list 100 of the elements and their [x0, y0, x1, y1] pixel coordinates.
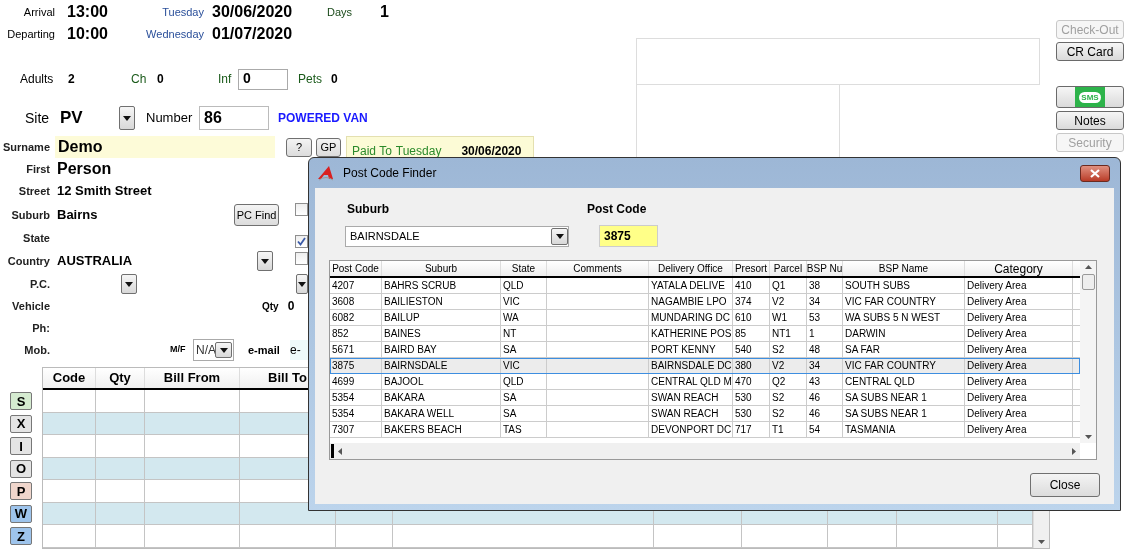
table-cell-text: QLD	[503, 279, 524, 293]
table-cell-text: BAINES	[384, 327, 421, 341]
paid-to-day: Tuesday	[395, 142, 442, 160]
table-row[interactable]: 4699 BAJOOL QLD CENTRAL QLD M 470 Q2 43 CENTRAL QLD Delivery Area	[330, 374, 1080, 390]
table-cell-text: 38	[809, 279, 821, 293]
scroll-right-icon[interactable]	[1072, 447, 1076, 455]
row-button[interactable]: P	[10, 482, 32, 501]
table-cell-text: QLD	[503, 375, 524, 389]
table-cell-text: TAS	[503, 423, 522, 437]
row-button[interactable]: S	[10, 392, 32, 411]
column-header: Comments	[573, 262, 622, 276]
column-header: State	[511, 262, 536, 276]
table-cell-text: NT	[503, 327, 517, 341]
table-cell-text: W1	[772, 311, 787, 325]
number-field[interactable]: 86	[199, 106, 269, 130]
dropdown-button[interactable]	[119, 106, 135, 130]
mobile-label: Mob.	[23, 342, 50, 358]
table-cell-text: Q1	[772, 279, 786, 293]
email-field[interactable]: e-	[290, 340, 308, 360]
postcode-label: P.C.	[29, 276, 50, 292]
surname-field[interactable]: Demo	[55, 136, 275, 158]
table-cell-text: S2	[772, 343, 785, 357]
close-button[interactable]: Close	[1030, 473, 1100, 497]
table-cell-text: PORT KENNY	[651, 343, 716, 357]
pets-label: Pets	[298, 71, 323, 88]
row-button[interactable]: W	[10, 504, 32, 523]
table-row[interactable]: 5354 BAKARA WELL SA SWAN REACH 530 S2 46 SA SUBS NEAR 1 Delivery Area	[330, 406, 1080, 422]
table-cell-text: Delivery Area	[967, 327, 1027, 341]
dropdown-button[interactable]	[296, 274, 308, 294]
gp-button[interactable]: GP	[316, 137, 341, 157]
street-value: 12 Smith Street	[57, 182, 152, 201]
column-header: Bill To	[268, 369, 307, 388]
row-button[interactable]: O	[10, 459, 32, 478]
day-label: Tuesday	[162, 4, 204, 20]
dialog-title: Post Code Finder	[343, 165, 437, 182]
table-cell-text: 3875	[332, 359, 355, 373]
table-cell-text: 85	[735, 327, 747, 341]
table-row[interactable]: 3608 BAILIESTON VIC NAGAMBIE LPO 374 V2 34 VIC FAR COUNTRY Delivery Area	[330, 294, 1080, 310]
dropdown-button[interactable]	[215, 342, 232, 358]
scroll-up-icon[interactable]	[1084, 265, 1092, 269]
vertical-scrollbar[interactable]	[1080, 261, 1096, 443]
days-value: 1	[380, 2, 389, 22]
paid-to-date: 30/06/2020	[461, 143, 522, 160]
phone-label: Ph:	[31, 320, 50, 336]
table-cell-text: Q2	[772, 375, 786, 389]
time-value: 13:00	[67, 2, 109, 22]
dropdown-button[interactable]	[551, 228, 568, 245]
suburb-value: Bairns	[57, 206, 99, 225]
table-cell-text: SA FAR	[845, 343, 880, 357]
table-row[interactable]: 6082 BAILUP WA MUNDARING DC 610 W1 53 WA SUBS 5 N WEST Delivery Area	[330, 310, 1080, 326]
checkbox[interactable]	[295, 202, 308, 216]
table-cell-text: YATALA DELIVE	[651, 279, 725, 293]
table-cell-text: NAGAMBIE LPO	[651, 295, 727, 309]
checkbox[interactable]	[295, 251, 308, 265]
table-cell-text: 610	[735, 311, 752, 325]
caret-icon	[219, 347, 228, 353]
row-button[interactable]: X	[10, 414, 32, 433]
table-row[interactable]: 7307 BAKERS BEACH TAS DEVONPORT DC 717 T1 54 TASMANIA Delivery Area	[330, 422, 1080, 438]
scroll-thumb[interactable]	[1081, 274, 1095, 290]
suburb-select[interactable]: BAIRNSDALE	[345, 226, 569, 247]
close-icon-button[interactable]	[1080, 164, 1110, 182]
post-code-field[interactable]: 3875	[599, 225, 658, 247]
row-button[interactable]: I	[10, 437, 32, 456]
table-row[interactable]: 5354 BAKARA SA SWAN REACH 530 S2 46 SA SUBS NEAR 1 Delivery Area	[330, 390, 1080, 406]
table-cell-text: 6082	[332, 311, 355, 325]
table-cell-text: 46	[809, 407, 821, 421]
side-button[interactable]: CR Card	[1056, 42, 1124, 61]
table-cell-text: 53	[809, 311, 821, 325]
column-header: Bill From	[163, 369, 221, 388]
help-button[interactable]: ?	[286, 137, 312, 157]
pc-find-button[interactable]: PC Find	[234, 204, 279, 226]
table-cell-text: Delivery Area	[967, 359, 1027, 373]
infants-field[interactable]: 0	[238, 68, 288, 90]
time-value: 10:00	[67, 24, 109, 44]
date-label: Departing	[6, 26, 55, 42]
table-cell-text: 374	[735, 295, 752, 309]
side-button[interactable]: Notes	[1056, 111, 1124, 130]
scroll-left-icon[interactable]	[338, 447, 342, 455]
table-cell-text: WA SUBS 5 N WEST	[845, 311, 941, 325]
table-cell-text: Delivery Area	[967, 343, 1027, 357]
checkbox[interactable]	[295, 234, 308, 248]
scroll-down-icon[interactable]	[1038, 540, 1045, 544]
horizontal-scrollbar[interactable]	[330, 443, 1080, 459]
scroll-down-icon[interactable]	[1084, 435, 1092, 439]
table-cell-text: MUNDARING DC	[651, 311, 730, 325]
table-cell-text: Delivery Area	[967, 279, 1027, 293]
table-row[interactable]: 4207 BAHRS SCRUB QLD YATALA DELIVE 410 Q1 38 SOUTH SUBS Delivery Area	[330, 278, 1080, 294]
table-cell-text: 4699	[332, 375, 355, 389]
caret-icon	[261, 258, 269, 264]
dropdown-button[interactable]	[257, 251, 273, 271]
table-cell-text: 3608	[332, 295, 355, 309]
surname-label: Surname	[1, 139, 50, 155]
caret-icon	[123, 115, 131, 121]
caret-icon	[555, 234, 564, 239]
table-row[interactable]: 3875 BAIRNSDALE VIC BAIRNSDALE DC 380 V2 34 VIC FAR COUNTRY Delivery Area	[330, 358, 1080, 374]
table-cell-text: Delivery Area	[967, 391, 1027, 405]
dropdown-button[interactable]	[121, 274, 137, 294]
table-row[interactable]: 852 BAINES NT KATHERINE POS 85 NT1 1 DARWIN Delivery Area	[330, 326, 1080, 342]
row-button[interactable]: Z	[10, 527, 32, 546]
column-header: Category	[994, 261, 1043, 276]
